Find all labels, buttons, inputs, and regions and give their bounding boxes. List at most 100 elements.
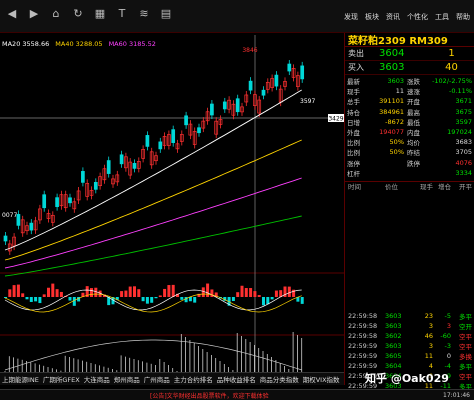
ticks-head-chg: 增仓 xyxy=(438,183,451,192)
chart-icon[interactable]: ≋ xyxy=(134,3,154,23)
top-toolbar: ◀ ▶ ⌂ ↻ ▦ T ≋ ▤ 发现 板块 资讯 个性化 工具 帮助 xyxy=(0,0,474,33)
buy-row[interactable]: 买入 3603 40 xyxy=(345,61,474,75)
stats-row: 比例 50% 昨结 3705 xyxy=(347,147,472,157)
grid-icon[interactable]: ▦ xyxy=(90,3,110,23)
tab-gfex[interactable]: 广期所GFEX xyxy=(43,374,80,384)
candle-body xyxy=(158,141,163,150)
stats-row: 杠杆 3334 xyxy=(347,168,472,178)
candle-body xyxy=(81,171,85,183)
menu-personalize[interactable]: 个性化 xyxy=(407,12,428,22)
kline-chart[interactable]: 3846359700773429212023/07/032023/07/20 星… xyxy=(0,35,344,395)
stat-key: 涨跌 xyxy=(407,78,420,87)
tick-row: 22:59:59 3603 3 -3 空平 xyxy=(345,341,474,351)
tick-price: 3603 xyxy=(385,321,402,330)
stat-value: 194077 xyxy=(379,128,404,137)
back-icon[interactable]: ◀ xyxy=(2,3,22,23)
ma20-label: MA20 3558.66 xyxy=(2,40,50,48)
tick-time: 22:59:58 xyxy=(348,321,378,330)
candle-body xyxy=(210,103,214,116)
tab-gz[interactable]: 广州商品 xyxy=(144,374,170,384)
macd-bar xyxy=(128,286,132,297)
macd-bar xyxy=(287,286,291,297)
macd-bar xyxy=(274,290,278,297)
stat-key: 最高 xyxy=(407,108,420,117)
menu-news[interactable]: 资讯 xyxy=(386,12,400,22)
stat-value: 3683 xyxy=(455,138,472,147)
stat-key: 外盘 xyxy=(347,129,360,138)
candle-body xyxy=(287,63,292,72)
candle-body xyxy=(274,74,279,87)
tick-price: 3604 xyxy=(385,361,402,370)
candle-body xyxy=(235,98,240,113)
tick-price: 3603 xyxy=(385,311,402,320)
tab-czce[interactable]: 郑州商品 xyxy=(114,374,140,384)
tab-vix[interactable]: 期权VIX指数 xyxy=(303,374,340,384)
ma60-line xyxy=(4,177,302,269)
stat-value: -8672 xyxy=(385,117,404,126)
macd-bar xyxy=(8,289,12,297)
sell-row[interactable]: 卖出 3604 1 xyxy=(345,47,474,61)
stat-key: 均价 xyxy=(407,139,420,148)
forward-icon[interactable]: ▶ xyxy=(24,3,44,23)
tab-category-index[interactable]: 商品分类指数 xyxy=(260,374,299,384)
macd-bar xyxy=(59,291,63,297)
macd-bar xyxy=(94,287,98,297)
stat-key: 持仓 xyxy=(347,108,360,117)
document-icon[interactable]: ▤ xyxy=(156,3,176,23)
candle-body xyxy=(132,163,137,169)
tick-qty: 11 xyxy=(424,351,433,360)
ticks-head-time: 时间 xyxy=(348,183,361,192)
tick-time: 22:59:59 xyxy=(348,351,378,360)
menu-help[interactable]: 帮助 xyxy=(456,12,470,22)
tick-qty: 46 xyxy=(424,331,433,340)
candle-body xyxy=(93,181,98,190)
chart-canvas[interactable]: 3846359700773429212023/07/032023/07/20 星… xyxy=(0,35,344,385)
menu-discover[interactable]: 发现 xyxy=(344,12,358,22)
stat-value: 197024 xyxy=(447,128,472,137)
menu-sector[interactable]: 板块 xyxy=(365,12,379,22)
macd-bar xyxy=(21,293,25,297)
stat-key: 最低 xyxy=(407,118,420,127)
macd-bar xyxy=(180,297,184,300)
ticks-list[interactable]: 22:59:58 3603 23 -5 多平 22:59:58 3603 3 3 空开 22:59:… xyxy=(345,191,474,391)
stats-row: 现手 11 速涨 -0.11% xyxy=(347,86,472,96)
tab-rank[interactable]: 主力合约排名 xyxy=(174,374,213,384)
tick-row: 22:59:59 3605 11 0 多换 xyxy=(345,351,474,361)
stats-row: 比例 50% 均价 3683 xyxy=(347,137,472,147)
stats-row: 总手 391101 开盘 3671 xyxy=(347,96,472,106)
status-notice[interactable]: [公告]文华财经出品股票软件，欢迎下载体验 xyxy=(150,391,269,400)
tick-type: 空平 xyxy=(459,342,472,351)
stat-key: 涨停 xyxy=(347,159,360,168)
tick-change: 0 xyxy=(446,351,451,360)
tab-return-rank[interactable]: 品种收益排名 xyxy=(217,374,256,384)
ma-extra-line xyxy=(4,215,302,277)
stats-row: 日增 -8672 最低 3597 xyxy=(347,117,472,127)
macd-bar xyxy=(253,291,257,297)
tab-ine[interactable]: 上期能源INE xyxy=(2,374,39,384)
text-icon[interactable]: T xyxy=(112,3,132,23)
candle-body xyxy=(171,129,176,143)
refresh-icon[interactable]: ↻ xyxy=(68,3,88,23)
tab-dce[interactable]: 大连商品 xyxy=(84,374,110,384)
ticks-empty-area xyxy=(345,191,474,311)
menu-tools[interactable]: 工具 xyxy=(435,12,449,22)
buy-price: 3603 xyxy=(379,62,405,73)
ma40-label: MA40 3288.05 xyxy=(55,40,103,48)
candle-body xyxy=(3,235,8,242)
home-icon[interactable]: ⌂ xyxy=(46,3,66,23)
contract-title: 菜籽粕2309 RM309 xyxy=(348,36,448,47)
macd-bar xyxy=(158,295,162,297)
macd-bar xyxy=(270,297,274,300)
tick-change: -60 xyxy=(440,331,451,340)
stat-value: 50% xyxy=(389,138,404,147)
macd-bar xyxy=(68,297,72,301)
tick-change: -4 xyxy=(444,361,451,370)
tick-time: 22:59:58 xyxy=(348,331,378,340)
tick-type: 多平 xyxy=(459,362,472,371)
macd-bar xyxy=(240,285,244,297)
high-marker: 3846 xyxy=(242,47,257,54)
macd-bar xyxy=(133,286,136,297)
macd-bar xyxy=(184,297,188,303)
macd-bar xyxy=(300,297,304,304)
tick-row: 22:59:58 3602 46 -60 空平 xyxy=(345,331,474,341)
